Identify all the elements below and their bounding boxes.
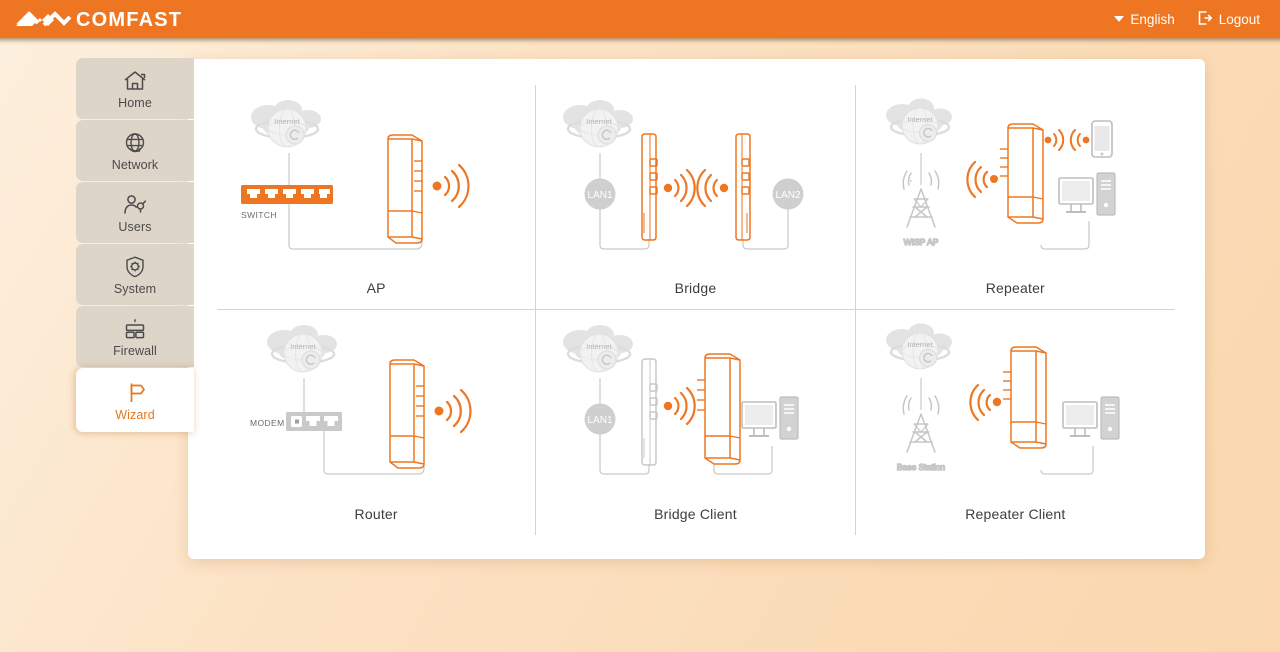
router-diagram: Internet MODEM [217, 310, 535, 506]
cpe-device-icon [697, 353, 742, 465]
svg-text:COMFAST: COMFAST [76, 9, 182, 31]
repeater-diagram: Internet WISP AP [856, 85, 1175, 280]
wifi-signal-icon [664, 386, 697, 426]
internet-cloud-icon: Internet [885, 323, 952, 370]
sidebar-item-users[interactable]: Users [76, 182, 194, 243]
logout-icon [1197, 10, 1213, 29]
cpe-device-side-icon [735, 132, 752, 241]
mode-card-repeater-client[interactable]: Internet Base Station Repeater Client [856, 310, 1175, 535]
mode-label: Bridge [674, 280, 717, 296]
wizard-panel: Internet SWITCH AP Internet LAN1 LAN2 Br… [188, 59, 1205, 559]
svg-text:LAN2: LAN2 [776, 190, 801, 201]
sidebar-nav: Home Network Users System Firewall Wizar… [76, 58, 194, 433]
svg-text:LAN1: LAN1 [588, 415, 613, 426]
mode-label: AP [366, 280, 386, 296]
sidebar-item-label: Network [111, 158, 159, 172]
desktop-computer-icon [1062, 396, 1120, 440]
chevron-down-icon [1114, 16, 1125, 22]
mode-card-bridge-client[interactable]: Internet LAN1 Bridge Client [536, 310, 856, 535]
shield-gear-icon [122, 253, 148, 279]
sidebar-item-wizard[interactable]: Wizard [76, 368, 194, 432]
mode-label: Repeater Client [965, 506, 1066, 522]
svg-text:Internet: Internet [907, 340, 933, 349]
mode-grid: Internet SWITCH AP Internet LAN1 LAN2 Br… [217, 85, 1175, 535]
mode-card-repeater[interactable]: Internet WISP AP Repeater [855, 85, 1175, 310]
lan2-node: LAN2 [772, 178, 804, 209]
sidebar-item-label: Users [118, 220, 152, 234]
comfast-logo: COMFAST [14, 0, 192, 38]
svg-text:Internet: Internet [274, 117, 300, 126]
cpe-device-side-icon [641, 358, 659, 466]
svg-text:LAN1: LAN1 [588, 190, 613, 201]
logout-button[interactable]: Logout [1197, 10, 1260, 29]
cpe-device-icon [387, 133, 423, 244]
internet-cloud-icon: Internet [563, 99, 634, 147]
bridge-client-diagram: Internet LAN1 [536, 310, 854, 506]
svg-text:Base Station: Base Station [897, 462, 945, 472]
svg-text:Internet: Internet [907, 115, 933, 124]
svg-text:Internet: Internet [587, 342, 613, 351]
internet-cloud-icon: Internet [563, 325, 634, 373]
app-header: COMFAST English Logout [0, 0, 1280, 45]
sidebar-item-system[interactable]: System [76, 244, 194, 305]
cpe-device-side-icon [641, 132, 659, 241]
internet-cloud-icon: Internet [885, 98, 952, 144]
header-actions: English Logout [1114, 10, 1260, 29]
mode-card-router[interactable]: Internet MODEM Router [217, 310, 537, 535]
ap-diagram: Internet SWITCH [217, 85, 535, 280]
logout-label: Logout [1218, 11, 1260, 27]
wifi-signal-icon [966, 160, 998, 198]
lan1-node: LAN1 [584, 178, 616, 209]
mode-card-bridge[interactable]: Internet LAN1 LAN2 Bridge [536, 85, 856, 310]
cpe-device-icon [389, 359, 425, 469]
sidebar-item-firewall[interactable]: Firewall [76, 306, 194, 367]
modem-icon: MODEM [250, 412, 343, 431]
bridge-diagram: Internet LAN1 LAN2 [536, 85, 854, 280]
sidebar-item-label: System [113, 282, 157, 296]
mode-label: Bridge Client [654, 506, 737, 522]
desktop-computer-icon [741, 396, 800, 440]
internet-cloud-icon: Internet [267, 325, 338, 373]
svg-text:MODEM: MODEM [250, 418, 285, 428]
users-icon [122, 191, 148, 217]
sidebar-item-network[interactable]: Network [76, 120, 194, 181]
cpe-device-icon [999, 122, 1044, 224]
language-selector[interactable]: English [1114, 11, 1175, 27]
wifi-signal-icon [1069, 128, 1090, 151]
wifi-signal-icon [1044, 128, 1065, 151]
sidebar-item-home[interactable]: Home [76, 58, 194, 119]
lan1-node: LAN1 [584, 403, 616, 435]
wifi-signal-icon [432, 163, 470, 208]
home-icon [122, 67, 148, 93]
internet-cloud-icon: Internet [251, 99, 322, 147]
firewall-icon [122, 315, 148, 341]
language-label: English [1130, 11, 1175, 27]
wifi-signal-icon [434, 388, 472, 434]
cpe-device-icon [1002, 346, 1047, 449]
desktop-computer-icon [1058, 171, 1116, 216]
svg-text:WISP AP: WISP AP [903, 237, 938, 247]
wifi-signal-icon [664, 168, 697, 207]
smartphone-icon [1091, 119, 1113, 158]
svg-text:Internet: Internet [587, 117, 613, 126]
svg-text:Internet: Internet [290, 342, 316, 351]
sidebar-item-label: Home [118, 96, 152, 110]
switch-icon: SWITCH [241, 184, 334, 220]
mode-card-ap[interactable]: Internet SWITCH AP [217, 85, 537, 310]
mode-label: Router [354, 506, 398, 522]
globe-icon [122, 129, 148, 155]
sidebar-item-label: Firewall [113, 344, 157, 358]
sidebar-item-label: Wizard [115, 407, 155, 422]
wifi-signal-icon [969, 383, 1002, 422]
signpost-icon [122, 379, 148, 405]
wifi-signal-icon [696, 168, 729, 207]
repeater-client-diagram: Internet Base Station [856, 310, 1175, 506]
mode-label: Repeater [985, 280, 1045, 296]
svg-text:SWITCH: SWITCH [241, 210, 277, 220]
